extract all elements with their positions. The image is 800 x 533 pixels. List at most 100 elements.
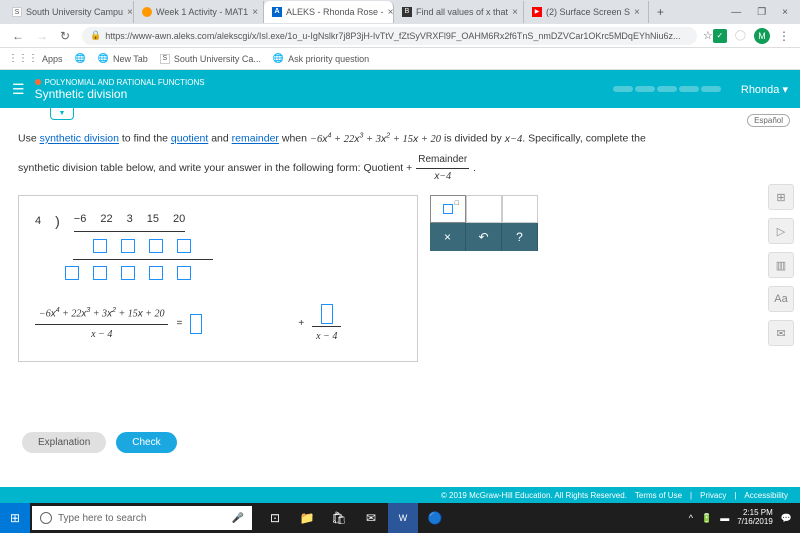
minimize-icon[interactable]: — [731,7,741,18]
mic-icon[interactable]: 🎤 [232,513,244,524]
bookmark-label: South University Ca... [174,54,261,64]
tool-panel: □ × ↶ ? [430,195,538,361]
answer-box[interactable] [149,239,163,253]
tab-label: Find all values of x that [416,7,508,17]
syn-divisor: 4 [35,213,41,231]
apps-button[interactable]: ⋮⋮⋮Apps [8,53,63,64]
answer-box[interactable] [93,266,107,280]
clock[interactable]: 2:15 PM7/16/2019 [737,509,773,527]
bookmark-label: New Tab [113,54,148,64]
quotient-link[interactable]: quotient [171,133,208,145]
start-button[interactable]: ⊞ [0,503,30,533]
footer: © 2019 McGraw-Hill Education. All Rights… [0,487,800,503]
clear-button[interactable]: × [430,223,466,251]
chrome-icon[interactable]: 🔵 [420,503,450,533]
new-tab-button[interactable]: + [649,5,672,19]
expression-fraction: −6x4 + 22x3 + 3x2 + 15x + 20 x − 4 [35,303,168,345]
reload-button[interactable]: ↻ [54,29,76,43]
close-window-icon[interactable]: × [782,7,788,18]
favicon: A [272,7,282,17]
globe-icon: 🌐 [273,53,284,64]
tab-label: ALEKS - Rhonda Rose - [286,7,384,17]
synthetic-division-link[interactable]: synthetic division [40,133,119,145]
bookmark-item[interactable]: 🌐 [75,53,86,64]
browser-tab[interactable]: ▶(2) Surface Screen S× [524,1,649,23]
dropdown-tab[interactable]: ▼ [50,108,74,120]
accessibility-link[interactable]: Accessibility [744,491,788,500]
tool-blank[interactable] [466,195,502,223]
browser-tab[interactable]: SSouth University Campu× [4,1,134,23]
answer-box[interactable] [121,239,135,253]
browser-tab[interactable]: B Find all values of x that × [394,1,524,23]
category-dot-icon [35,79,41,85]
video-icon[interactable]: ▷ [768,218,794,244]
answer-box[interactable] [177,266,191,280]
browser-tab[interactable]: Week 1 Activity - MAT1× [134,1,264,23]
menu-icon[interactable]: ⋮ [778,29,790,43]
wifi-icon[interactable]: ▬ [720,513,729,523]
back-button[interactable]: ← [6,29,30,43]
answer-box[interactable] [121,266,135,280]
globe-icon: 🌐 [98,53,109,64]
problem-content: Use synthetic division to find the quoti… [0,108,800,372]
remainder-fraction: x − 4 [312,302,341,347]
explanation-button[interactable]: Explanation [22,432,106,453]
maximize-icon[interactable]: ❐ [757,7,766,18]
battery-icon[interactable]: 🔋 [701,513,712,524]
ebook-icon[interactable]: ▥ [768,252,794,278]
bookmark-item[interactable]: 🌐 Ask priority question [273,53,369,64]
profile-avatar[interactable]: M [754,28,770,44]
bookmark-label: Ask priority question [288,54,369,64]
favicon: ▶ [532,7,542,17]
apps-label: Apps [42,54,63,64]
extension-icon[interactable]: ◯ [735,30,746,41]
windows-taskbar: ⊞ Type here to search🎤 ⊡ 📁 🛍 ✉ W 🔵 ^ 🔋 ▬… [0,503,800,533]
mail-icon[interactable]: ✉ [356,503,386,533]
app-header: ☰ POLYNOMIAL AND RATIONAL FUNCTIONS Synt… [0,70,800,108]
dictionary-icon[interactable]: Aa [768,286,794,312]
tray-chevron-icon[interactable]: ^ [689,513,693,523]
hamburger-menu-icon[interactable]: ☰ [12,81,25,98]
answer-box[interactable] [149,266,163,280]
bookmark-item[interactable]: 🌐 New Tab [98,53,148,64]
tool-blank[interactable] [502,195,538,223]
answer-box[interactable] [177,239,191,253]
close-icon[interactable]: × [512,7,518,18]
close-icon[interactable]: × [127,7,133,18]
calculator-icon[interactable]: ⊞ [768,184,794,210]
tool-superscript[interactable]: □ [430,195,466,223]
terms-link[interactable]: Terms of Use [635,491,682,500]
forward-button[interactable]: → [30,29,54,43]
user-menu[interactable]: Rhonda ▾ [741,83,788,96]
url-input[interactable]: 🔒https://www-awn.aleks.com/alekscgi/x/Is… [82,27,697,45]
privacy-link[interactable]: Privacy [700,491,726,500]
close-icon[interactable]: × [634,7,640,18]
store-icon[interactable]: 🛍 [324,503,354,533]
close-icon[interactable]: × [388,7,394,18]
check-button[interactable]: Check [116,432,176,453]
bookmark-star-icon[interactable]: ☆ [703,29,713,42]
answer-box[interactable] [65,266,79,280]
message-icon[interactable]: ✉ [768,320,794,346]
favicon: B [402,7,412,17]
help-button[interactable]: ? [502,223,538,251]
answer-box[interactable] [93,239,107,253]
taskbar-search[interactable]: Type here to search🎤 [32,506,252,530]
notifications-icon[interactable]: 💬 [781,513,792,524]
bookmark-item[interactable]: SSouth University Ca... [160,54,261,64]
word-icon[interactable]: W [388,503,418,533]
remainder-link[interactable]: remainder [232,133,279,145]
category-label: POLYNOMIAL AND RATIONAL FUNCTIONS [35,78,613,87]
close-icon[interactable]: × [252,7,258,18]
language-toggle[interactable]: Español [747,114,790,127]
undo-button[interactable]: ↶ [466,223,502,251]
browser-tab-active[interactable]: A ALEKS - Rhonda Rose - × [264,1,394,23]
explorer-icon[interactable]: 📁 [292,503,322,533]
task-view-icon[interactable]: ⊡ [260,503,290,533]
remainder-answer-box[interactable] [321,304,333,324]
side-toolbar: ⊞ ▷ ▥ Aa ✉ [768,184,794,346]
work-box: 4 ) −62231520 [18,195,418,361]
quotient-answer-box[interactable] [190,314,202,334]
plus-sign: + [298,316,304,332]
extension-icon[interactable]: ✓ [713,29,727,43]
